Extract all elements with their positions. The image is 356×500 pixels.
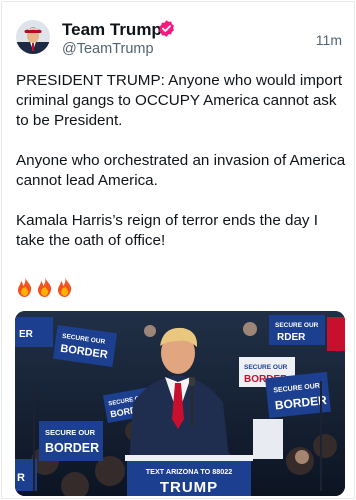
post-timestamp[interactable]: 11m bbox=[316, 32, 342, 48]
author-handle[interactable]: @TeamTrump bbox=[62, 41, 154, 57]
campaign-sign bbox=[253, 419, 283, 459]
post-paragraph: PRESIDENT TRUMP: Anyone who would import… bbox=[16, 72, 343, 129]
emoji-row bbox=[16, 277, 74, 297]
post-card[interactable]: Team Trump @TeamTrump 11m PRESIDENT TRUM… bbox=[1, 1, 355, 499]
post-header: Team Trump @TeamTrump 11m bbox=[16, 18, 346, 58]
campaign-sign: SECURE OUR BORDER bbox=[39, 421, 103, 461]
podium-title: TRUMP bbox=[160, 479, 218, 496]
verified-badge-icon bbox=[157, 19, 176, 38]
campaign-sign bbox=[327, 317, 345, 351]
sign-text: R bbox=[17, 472, 25, 484]
sign-text: BORDER bbox=[45, 441, 99, 455]
sign-text: SECURE OUR bbox=[275, 322, 319, 329]
sign-text: SECURE OUR bbox=[45, 428, 96, 437]
campaign-sign: SECURE OUR RDER bbox=[269, 315, 325, 345]
fire-icon bbox=[56, 277, 74, 297]
sign-text: ER bbox=[19, 329, 34, 340]
post-paragraph: Kamala Harris’s reign of terror ends the… bbox=[16, 212, 318, 249]
avatar[interactable] bbox=[16, 20, 50, 54]
author-name[interactable]: Team Trump bbox=[62, 20, 162, 40]
post-body: PRESIDENT TRUMP: Anyone who would import… bbox=[16, 71, 346, 271]
campaign-sign: ER bbox=[15, 317, 53, 347]
fire-icon bbox=[36, 277, 54, 297]
podium: TEXT ARIZONA TO 88022 TRUMP bbox=[125, 455, 253, 496]
podium-sign-text: TEXT ARIZONA TO 88022 bbox=[146, 467, 232, 476]
fire-icon bbox=[16, 277, 34, 297]
post-media-image[interactable]: ER SECURE OUR BORDER SECURE OUR BORDER S… bbox=[15, 311, 345, 496]
sign-text: SECURE OUR bbox=[244, 364, 288, 371]
sign-text: RDER bbox=[277, 332, 306, 343]
post-paragraph: Anyone who orchestrated an invasion of A… bbox=[16, 152, 346, 189]
